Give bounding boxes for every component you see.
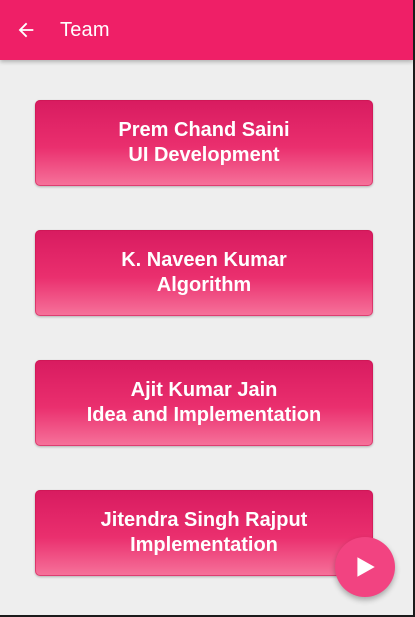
screen: Team Prem Chand Saini UI Development K. … bbox=[0, 0, 415, 617]
play-icon bbox=[357, 557, 375, 577]
arrow-back-icon bbox=[18, 22, 34, 38]
member-role: Implementation bbox=[130, 534, 278, 556]
play-button[interactable] bbox=[335, 537, 395, 597]
member-role: UI Development bbox=[128, 144, 280, 166]
member-role: Idea and Implementation bbox=[86, 404, 322, 426]
team-member-card[interactable]: K. Naveen Kumar Algorithm bbox=[35, 230, 373, 316]
team-member-card[interactable]: Prem Chand Saini UI Development bbox=[35, 100, 373, 186]
member-role: Algorithm bbox=[156, 274, 252, 296]
back-button[interactable] bbox=[14, 18, 38, 42]
member-name: K. Naveen Kumar bbox=[121, 249, 287, 271]
member-name: Ajit Kumar Jain bbox=[130, 379, 278, 401]
member-name: Jitendra Singh Rajput bbox=[100, 509, 308, 531]
team-member-card[interactable]: Ajit Kumar Jain Idea and Implementation bbox=[35, 360, 373, 446]
app-bar: Team bbox=[0, 0, 413, 60]
page-title: Team bbox=[60, 18, 110, 41]
member-name: Prem Chand Saini bbox=[118, 119, 290, 141]
team-member-card[interactable]: Jitendra Singh Rajput Implementation bbox=[35, 490, 373, 576]
